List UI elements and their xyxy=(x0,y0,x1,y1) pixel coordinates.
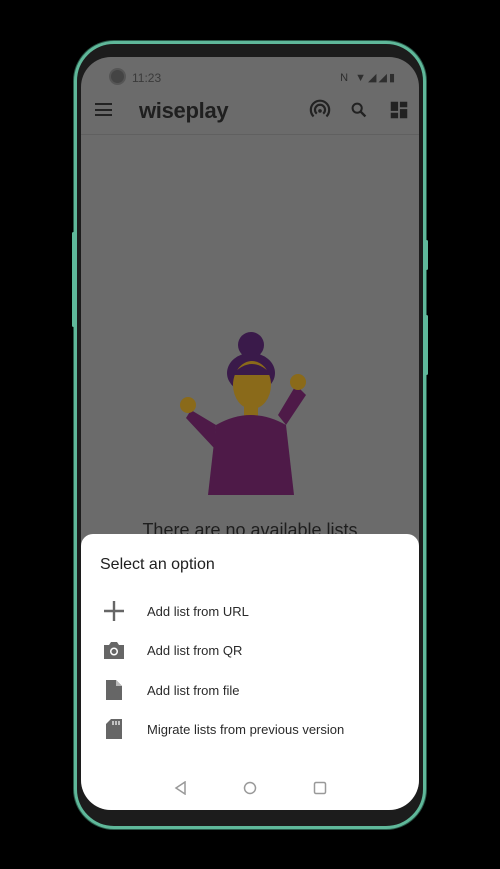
status-time: 11:23 xyxy=(132,71,162,85)
option-label: Add list from QR xyxy=(147,642,243,658)
camera-cutout xyxy=(109,68,126,85)
sd-card-icon xyxy=(106,719,122,739)
plus-icon xyxy=(104,601,124,621)
empty-illustration xyxy=(180,332,306,495)
add-from-url-option[interactable]: Add list from URL xyxy=(81,593,419,629)
volume-button xyxy=(72,232,75,327)
option-label: Add list from URL xyxy=(147,603,249,619)
option-label: Migrate lists from previous version xyxy=(147,721,345,737)
home-icon[interactable] xyxy=(243,781,257,795)
option-label: Add list from file xyxy=(147,682,240,698)
sheet-title: Select an option xyxy=(100,556,215,573)
menu-icon[interactable] xyxy=(95,103,112,116)
add-from-qr-option[interactable]: Add list from QR xyxy=(81,632,419,668)
back-icon[interactable] xyxy=(174,781,188,795)
add-from-file-option[interactable]: Add list from file xyxy=(81,672,419,708)
dashboard-icon[interactable] xyxy=(388,99,410,121)
search-icon[interactable] xyxy=(348,99,370,121)
camera-icon xyxy=(104,642,124,659)
file-icon xyxy=(106,680,122,700)
app-title: wiseplay xyxy=(139,98,229,123)
migrate-lists-option[interactable]: Migrate lists from previous version xyxy=(81,711,419,747)
status-bar: 11:23 N ▼◢◢▮ xyxy=(81,67,419,87)
status-icons: N ▼◢◢▮ xyxy=(340,72,397,84)
recents-icon[interactable] xyxy=(313,781,327,795)
power-button xyxy=(425,315,428,375)
slider-button xyxy=(425,240,428,270)
app-bar: wiseplay xyxy=(81,87,419,135)
bottom-sheet: Select an option Add list from URL Add l… xyxy=(81,534,419,810)
navigation-bar xyxy=(81,778,419,798)
cast-icon[interactable] xyxy=(309,99,331,121)
screen: 11:23 N ▼◢◢▮ wiseplay There are no avail… xyxy=(81,57,419,810)
